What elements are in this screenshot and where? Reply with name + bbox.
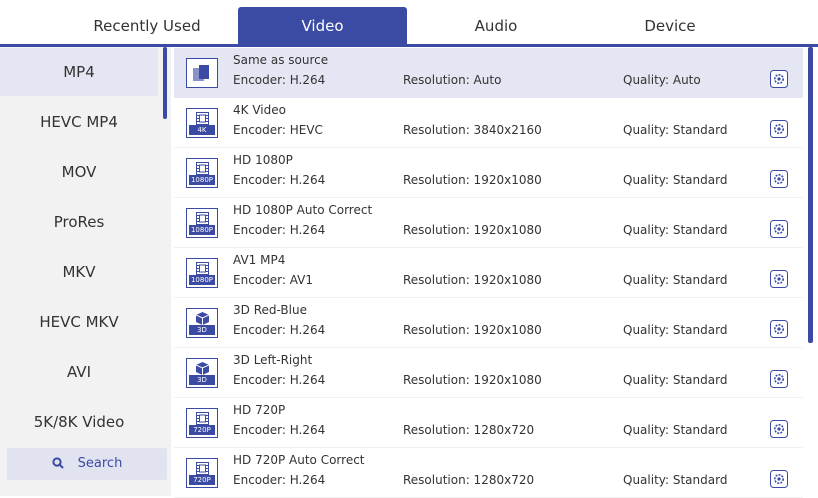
film-icon: 4K xyxy=(186,108,218,138)
format-tabs: Recently Used Video Audio Device xyxy=(0,0,818,47)
format-row[interactable]: 1080P AV1 MP4 Encoder: AV1 Resolution: 1920… xyxy=(174,248,803,298)
cube-icon: 3D xyxy=(186,358,218,388)
film-icon: 720P xyxy=(186,408,218,438)
settings-gear-icon[interactable] xyxy=(770,170,788,188)
format-name: Same as source xyxy=(233,53,329,67)
cube-icon: 3D xyxy=(186,308,218,338)
settings-gear-icon[interactable] xyxy=(770,370,788,388)
format-name: 4K Video xyxy=(233,103,286,117)
format-row[interactable]: 720P HD 720P Encoder: H.264 Resolution: 128… xyxy=(174,398,803,448)
format-quality: Quality: Standard xyxy=(623,423,728,437)
format-encoder: Encoder: H.264 xyxy=(233,73,326,87)
format-resolution: Resolution: 1280x720 xyxy=(403,423,535,437)
sidebar-item-5k-8k-video[interactable]: 5K/8K Video xyxy=(0,398,158,446)
format-resolution: Resolution: 3840x2160 xyxy=(403,123,542,137)
format-sidebar: MP4 HEVC MP4 MOV ProRes MKV HEVC MKV AVI… xyxy=(0,47,171,496)
format-row[interactable]: 4K 4K Video Encoder: HEVC Resolution: 3840x… xyxy=(174,98,803,148)
format-quality: Quality: Standard xyxy=(623,273,728,287)
format-encoder: Encoder: AV1 xyxy=(233,273,313,287)
settings-gear-icon[interactable] xyxy=(770,70,788,88)
sidebar-item-hevc-mkv[interactable]: HEVC MKV xyxy=(0,298,158,346)
format-quality: Quality: Standard xyxy=(623,123,728,137)
format-row[interactable]: 3D 3D Red-Blue Encoder: H.264 Resolution: 1… xyxy=(174,298,803,348)
format-quality: Quality: Standard xyxy=(623,173,728,187)
format-badge: 1080P xyxy=(189,225,215,235)
format-name: 3D Left-Right xyxy=(233,353,313,367)
list-scrollbar[interactable] xyxy=(808,47,813,343)
format-badge: 3D xyxy=(189,375,215,385)
format-resolution: Resolution: 1920x1080 xyxy=(403,223,542,237)
sidebar-item-mp4[interactable]: MP4 xyxy=(0,48,158,96)
search-button[interactable]: Search xyxy=(7,448,167,480)
sidebar-item-avi[interactable]: AVI xyxy=(0,348,158,396)
tab-recently-used[interactable]: Recently Used xyxy=(58,7,236,44)
tab-device[interactable]: Device xyxy=(584,7,756,44)
format-name: HD 720P Auto Correct xyxy=(233,453,365,467)
sidebar-item-mov[interactable]: MOV xyxy=(0,148,158,196)
settings-gear-icon[interactable] xyxy=(770,120,788,138)
format-name: HD 1080P xyxy=(233,153,293,167)
format-row[interactable]: 1080P HD 1080P Encoder: H.264 Resolution: 1… xyxy=(174,148,803,198)
format-row[interactable]: Same as source Encoder: H.264 Resolution: … xyxy=(174,48,803,98)
format-resolution: Resolution: 1920x1080 xyxy=(403,323,542,337)
format-badge: 1080P xyxy=(189,275,215,285)
format-encoder: Encoder: H.264 xyxy=(233,173,326,187)
settings-gear-icon[interactable] xyxy=(770,270,788,288)
format-row[interactable]: 3D 3D Left-Right Encoder: H.264 Resolution:… xyxy=(174,348,803,398)
format-encoder: Encoder: H.264 xyxy=(233,473,326,487)
film-icon: 720P xyxy=(186,458,218,488)
format-encoder: Encoder: HEVC xyxy=(233,123,323,137)
sidebar-item-mkv[interactable]: MKV xyxy=(0,248,158,296)
format-resolution: Resolution: 1280x720 xyxy=(403,473,535,487)
format-badge: 720P xyxy=(189,425,215,435)
format-name: AV1 MP4 xyxy=(233,253,286,267)
layers-icon xyxy=(186,58,218,88)
format-row[interactable]: 720P HD 720P Auto Correct Encoder: H.264 Re… xyxy=(174,448,803,498)
format-quality: Quality: Standard xyxy=(623,223,728,237)
film-icon: 1080P xyxy=(186,158,218,188)
format-encoder: Encoder: H.264 xyxy=(233,423,326,437)
format-encoder: Encoder: H.264 xyxy=(233,373,326,387)
settings-gear-icon[interactable] xyxy=(770,220,788,238)
sidebar-item-prores[interactable]: ProRes xyxy=(0,198,158,246)
search-icon xyxy=(52,457,64,469)
tab-video[interactable]: Video xyxy=(238,7,407,44)
format-encoder: Encoder: H.264 xyxy=(233,323,326,337)
sidebar-scrollbar[interactable] xyxy=(163,47,167,119)
format-quality: Quality: Standard xyxy=(623,473,728,487)
format-quality: Quality: Auto xyxy=(623,73,701,87)
film-icon: 1080P xyxy=(186,258,218,288)
format-name: HD 720P xyxy=(233,403,286,417)
format-badge: 3D xyxy=(189,325,215,335)
format-resolution: Resolution: Auto xyxy=(403,73,502,87)
format-row[interactable]: 1080P HD 1080P Auto Correct Encoder: H.264… xyxy=(174,198,803,248)
search-label: Search xyxy=(77,456,123,471)
format-badge: 720P xyxy=(189,475,215,485)
settings-gear-icon[interactable] xyxy=(770,320,788,338)
format-name: 3D Red-Blue xyxy=(233,303,307,317)
format-badge: 1080P xyxy=(189,175,215,185)
format-badge: 4K xyxy=(189,125,215,135)
tab-audio[interactable]: Audio xyxy=(410,7,582,44)
format-quality: Quality: Standard xyxy=(623,323,728,337)
format-list: Same as source Encoder: H.264 Resolution: … xyxy=(171,47,818,498)
film-icon: 1080P xyxy=(186,208,218,238)
format-encoder: Encoder: H.264 xyxy=(233,223,326,237)
settings-gear-icon[interactable] xyxy=(770,420,788,438)
settings-gear-icon[interactable] xyxy=(770,470,788,488)
format-quality: Quality: Standard xyxy=(623,373,728,387)
format-resolution: Resolution: 1920x1080 xyxy=(403,373,542,387)
format-name: HD 1080P Auto Correct xyxy=(233,203,373,217)
sidebar-item-hevc-mp4[interactable]: HEVC MP4 xyxy=(0,98,158,146)
format-resolution: Resolution: 1920x1080 xyxy=(403,273,542,287)
format-resolution: Resolution: 1920x1080 xyxy=(403,173,542,187)
